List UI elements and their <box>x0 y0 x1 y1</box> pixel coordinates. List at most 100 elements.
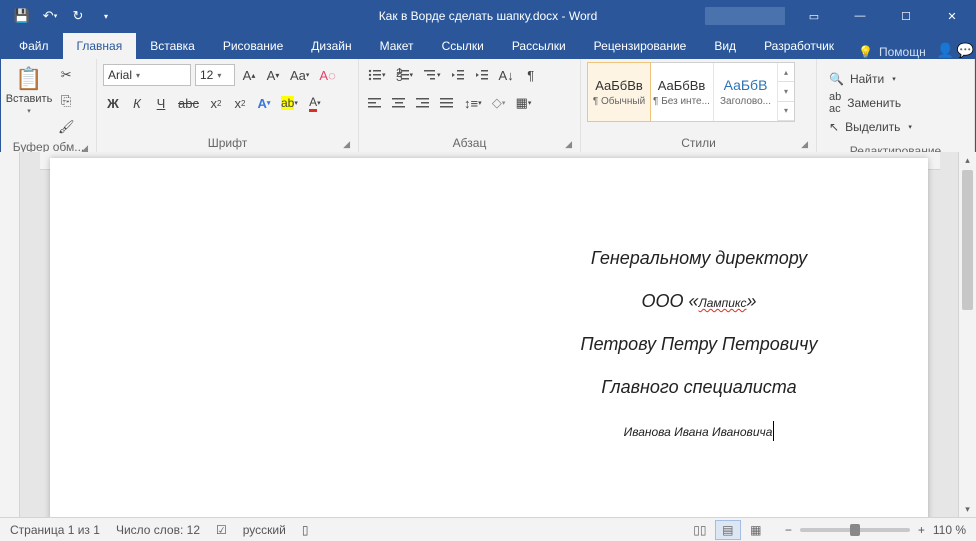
line-spacing-button[interactable]: ↕≡▾ <box>461 92 485 114</box>
document-page[interactable]: Генеральному директору ООО «Лампикс» Пет… <box>50 158 928 517</box>
status-page[interactable]: Страница 1 из 1 <box>10 523 100 537</box>
numbering-button[interactable]: 123▾ <box>393 64 417 86</box>
tab-layout[interactable]: Макет <box>366 33 428 59</box>
minimize-button[interactable]: — <box>837 1 883 31</box>
tab-draw[interactable]: Рисование <box>209 33 297 59</box>
doc-line[interactable]: Иванова Ивана Ивановича <box>550 420 848 441</box>
select-button[interactable]: ↖Выделить▾ <box>829 116 912 138</box>
show-marks-button[interactable]: ¶ <box>521 64 541 86</box>
qat-customize-icon[interactable]: ▾ <box>93 3 119 29</box>
tab-home[interactable]: Главная <box>63 33 137 59</box>
scrollbar-thumb[interactable] <box>962 170 973 310</box>
justify-button[interactable] <box>437 92 457 114</box>
italic-button[interactable]: К <box>127 92 147 114</box>
replace-icon: abac <box>829 91 841 115</box>
decrease-indent-button[interactable] <box>448 64 468 86</box>
status-language[interactable]: русский <box>243 523 286 537</box>
tab-insert[interactable]: Вставка <box>136 33 209 59</box>
font-name-select[interactable]: Arial▾ <box>103 64 191 86</box>
web-layout-button[interactable]: ▦ <box>743 520 769 540</box>
tab-references[interactable]: Ссылки <box>428 33 498 59</box>
sort-button[interactable]: A↓ <box>496 64 517 86</box>
ribbon-options-icon[interactable]: ▭ <box>791 1 837 31</box>
share-icon[interactable]: 👤 <box>936 42 956 59</box>
gallery-scroll[interactable]: ▴▾▾ <box>778 63 794 121</box>
style-normal[interactable]: АаБбВв¶ Обычный <box>587 62 651 122</box>
find-button[interactable]: 🔍Найти▾ <box>829 68 912 90</box>
window-title: Как в Ворде сделать шапку.docx - Word <box>379 9 598 23</box>
paste-button[interactable]: 📋 Вставить ▾ <box>7 62 51 115</box>
tab-file[interactable]: Файл <box>5 33 63 59</box>
ribbon-tabs: Файл Главная Вставка Рисование Дизайн Ма… <box>1 31 975 59</box>
multilevel-button[interactable]: ▾ <box>420 64 444 86</box>
paragraph-dialog-icon[interactable]: ◢ <box>565 139 572 150</box>
doc-line[interactable]: Главного специалиста <box>550 377 848 398</box>
align-center-button[interactable] <box>389 92 409 114</box>
zoom-in-button[interactable]: + <box>918 523 925 537</box>
tab-mailings[interactable]: Рассылки <box>498 33 580 59</box>
view-buttons: ▯▯ ▤ ▦ <box>687 520 769 540</box>
vertical-scrollbar[interactable]: ▴ ▾ <box>958 152 976 517</box>
bold-button[interactable]: Ж <box>103 92 123 114</box>
replace-button[interactable]: abacЗаменить <box>829 92 912 114</box>
shading-button[interactable]: ◇▾ <box>489 92 509 114</box>
clear-format-button[interactable]: A◌ <box>316 64 338 86</box>
zoom-level[interactable]: 110 % <box>933 523 966 537</box>
group-styles: АаБбВв¶ Обычный АаБбВв¶ Без инте... АаБб… <box>581 59 817 152</box>
style-no-spacing[interactable]: АаБбВв¶ Без инте... <box>650 63 714 121</box>
subscript-button[interactable]: x2 <box>206 92 226 114</box>
undo-icon[interactable]: ↶▾ <box>37 3 63 29</box>
style-heading1[interactable]: АаБбВЗаголово... <box>714 63 778 121</box>
ribbon: 📋 Вставить ▾ ✂ ⎘ 🖌 Буфер обм...◢ Arial▾ … <box>1 59 975 153</box>
tab-review[interactable]: Рецензирование <box>580 33 701 59</box>
copy-button[interactable]: ⎘ <box>55 90 78 112</box>
zoom-out-button[interactable]: − <box>785 523 792 537</box>
font-size-select[interactable]: 12▾ <box>195 64 235 86</box>
quick-access-toolbar: 💾 ↶▾ ↻ ▾ <box>1 3 119 29</box>
borders-button[interactable]: ▦▾ <box>513 92 535 114</box>
doc-line[interactable]: Генеральному директору <box>550 248 848 269</box>
spellcheck-word[interactable]: Лампикс <box>699 296 747 310</box>
align-right-button[interactable] <box>413 92 433 114</box>
highlight-button[interactable]: ab▾ <box>278 92 301 114</box>
vertical-ruler[interactable] <box>0 152 20 517</box>
macro-icon[interactable]: ▯ <box>302 523 309 537</box>
close-button[interactable]: ✕ <box>929 1 975 31</box>
shrink-font-button[interactable]: A▾ <box>263 64 283 86</box>
lightbulb-icon: 💡 <box>858 45 873 59</box>
print-layout-button[interactable]: ▤ <box>715 520 741 540</box>
save-icon[interactable]: 💾 <box>9 3 35 29</box>
read-mode-button[interactable]: ▯▯ <box>687 520 713 540</box>
proofing-icon[interactable]: ☑ <box>216 523 227 537</box>
underline-button[interactable]: Ч <box>151 92 171 114</box>
text-effects-button[interactable]: A▾ <box>254 92 274 114</box>
tab-view[interactable]: Вид <box>700 33 750 59</box>
styles-dialog-icon[interactable]: ◢ <box>801 139 808 150</box>
superscript-button[interactable]: x2 <box>230 92 250 114</box>
group-editing: 🔍Найти▾ abacЗаменить ↖Выделить▾ Редактир… <box>817 59 975 152</box>
align-left-button[interactable] <box>365 92 385 114</box>
redo-icon[interactable]: ↻ <box>65 3 91 29</box>
doc-line[interactable]: Петрову Петру Петровичу <box>550 334 848 355</box>
scroll-up-icon[interactable]: ▴ <box>959 152 976 168</box>
tab-design[interactable]: Дизайн <box>297 33 365 59</box>
scroll-down-icon[interactable]: ▾ <box>959 501 976 517</box>
zoom-slider[interactable] <box>800 528 910 532</box>
maximize-button[interactable]: ☐ <box>883 1 929 31</box>
text-cursor <box>773 421 774 441</box>
strike-button[interactable]: abc <box>175 92 202 114</box>
font-dialog-icon[interactable]: ◢ <box>343 139 350 150</box>
doc-line[interactable]: ООО «Лампикс» <box>550 291 848 312</box>
cut-button[interactable]: ✂ <box>55 64 78 86</box>
tell-me[interactable]: 💡Помощн <box>848 45 936 59</box>
bullets-button[interactable]: ▾ <box>365 64 389 86</box>
increase-indent-button[interactable] <box>472 64 492 86</box>
format-painter-button[interactable]: 🖌 <box>55 116 78 138</box>
tab-developer[interactable]: Разработчик <box>750 33 848 59</box>
cursor-icon: ↖ <box>829 120 839 134</box>
font-color-button[interactable]: A▾ <box>305 92 325 114</box>
status-words[interactable]: Число слов: 12 <box>116 523 200 537</box>
grow-font-button[interactable]: A▴ <box>239 64 259 86</box>
comments-icon[interactable]: 💬 <box>955 42 975 59</box>
change-case-button[interactable]: Aa▾ <box>287 64 312 86</box>
